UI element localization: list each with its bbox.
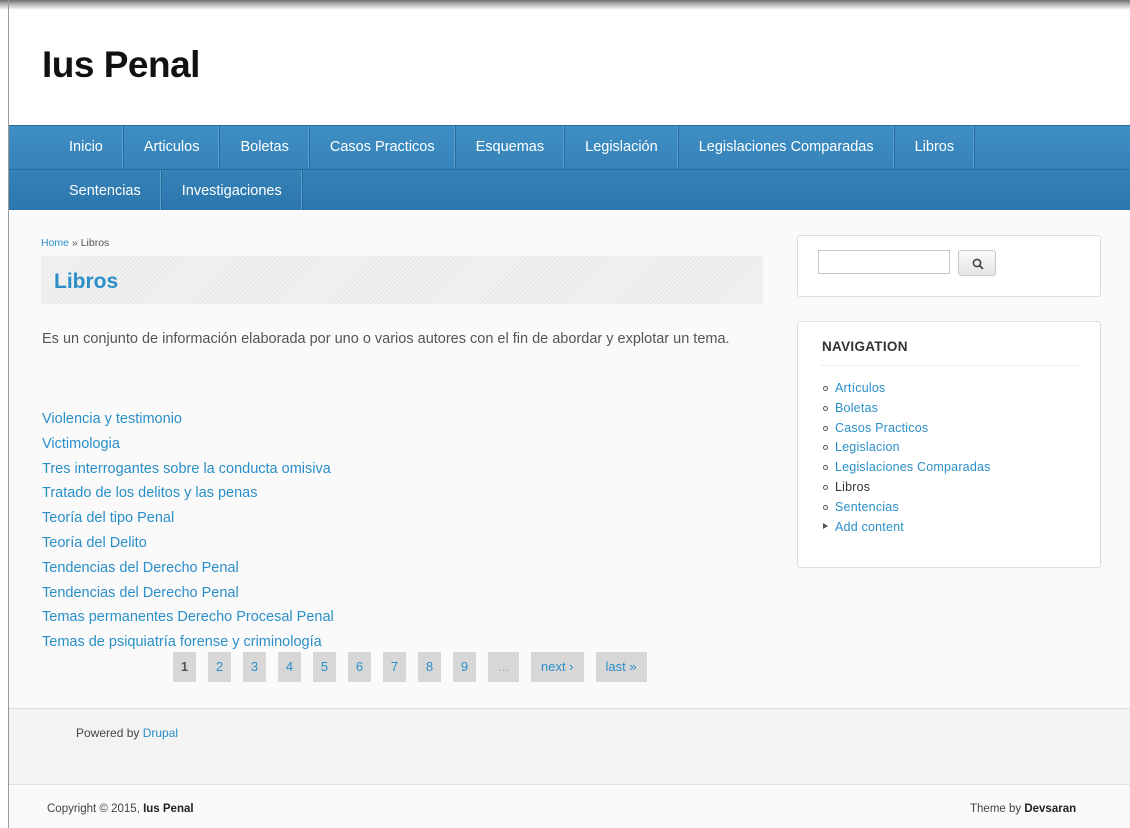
bullet-icon xyxy=(823,465,828,471)
book-link[interactable]: Victimologia xyxy=(42,436,120,452)
pager-page-3[interactable]: 3 xyxy=(243,652,266,682)
navigation-item-casos-practicos[interactable]: Casos Practicos xyxy=(822,421,991,441)
book-link[interactable]: Teoría del Delito xyxy=(42,535,147,551)
search-block xyxy=(797,235,1101,297)
list-item: Teoría del tipo Penal xyxy=(42,508,334,533)
navigation-item-label: Legislaciones Comparadas xyxy=(835,460,991,475)
pager-page-4[interactable]: 4 xyxy=(278,652,301,682)
book-link[interactable]: Tres interrogantes sobre la conducta omi… xyxy=(42,461,331,477)
pager: 1 2 3 4 5 6 7 8 9... next › last » xyxy=(173,652,659,682)
search-input[interactable] xyxy=(818,250,950,274)
copyright-site-name: Ius Penal xyxy=(143,803,194,815)
pager-page-6[interactable]: 6 xyxy=(348,652,371,682)
bullet-icon xyxy=(823,386,828,391)
list-item: Victimologia xyxy=(42,434,334,459)
nav-item-articulos[interactable]: Articulos xyxy=(124,126,221,168)
page-title-box: Libros xyxy=(41,256,763,304)
navigation-item-legislaciones-comparadas[interactable]: Legislaciones Comparadas xyxy=(822,460,991,480)
navigation-item-sentencias[interactable]: Sentencias xyxy=(822,500,991,520)
navigation-item-label: Libros xyxy=(835,479,871,494)
navigation-item-boletas[interactable]: Boletas xyxy=(822,401,991,421)
nav-item-esquemas[interactable]: Esquemas xyxy=(456,126,566,168)
book-link[interactable]: Tratado de los delitos y las penas xyxy=(42,485,257,501)
book-link[interactable]: Violencia y testimonio xyxy=(42,411,182,427)
book-link[interactable]: Temas de psiquiatría forense y criminolo… xyxy=(42,634,322,650)
copyright: Copyright © 2015, Ius Penal xyxy=(47,803,194,815)
pager-next-button[interactable]: next › xyxy=(531,652,584,682)
navigation-menu: Artículos Boletas Casos Practicos Legislaci… xyxy=(822,381,991,539)
list-item: Tendencias del Derecho Penal xyxy=(42,583,334,608)
bullet-icon xyxy=(823,425,828,431)
breadcrumb: Home » Libros xyxy=(41,237,109,249)
page-title: Libros xyxy=(54,270,119,293)
pager-page-7[interactable]: 7 xyxy=(383,652,406,682)
list-item: Tres interrogantes sobre la conducta omi… xyxy=(42,459,334,484)
book-link[interactable]: Tendencias del Derecho Penal xyxy=(42,560,239,576)
bullet-icon xyxy=(823,405,828,411)
nav-item-legislaciones-comparadas[interactable]: Legislaciones Comparadas xyxy=(679,126,895,168)
site-title[interactable]: Ius Penal xyxy=(42,44,200,86)
navigation-item-legislacion[interactable]: Legislacion xyxy=(822,440,991,460)
copyright-text: Copyright © 2015, xyxy=(47,803,144,815)
navigation-item-label: Sentencias xyxy=(835,499,899,514)
list-item: Temas permanentes Derecho Procesal Penal xyxy=(42,607,334,632)
book-link[interactable]: Teoría del tipo Penal xyxy=(42,510,174,526)
page-intro: Es un conjunto de información elaborada … xyxy=(42,331,730,347)
pager-page-5[interactable]: 5 xyxy=(313,652,336,682)
theme-credit-text: Theme by xyxy=(970,803,1025,815)
footer xyxy=(9,708,1130,784)
bullet-icon xyxy=(823,504,828,510)
navigation-item-label: Casos Practicos xyxy=(835,420,929,435)
navigation-item-label: Boletas xyxy=(835,400,879,415)
navigation-item-add-content[interactable]: Add content xyxy=(822,520,991,540)
bullet-icon xyxy=(823,484,828,490)
search-button[interactable] xyxy=(958,250,996,276)
pager-page-9[interactable]: 9 xyxy=(453,652,476,682)
main-navigation: Inicio Articulos Boletas Casos Practicos Esq… xyxy=(9,125,1130,212)
navigation-item-label: Legislacion xyxy=(835,440,900,455)
bullet-icon xyxy=(823,445,828,451)
pager-page-8[interactable]: 8 xyxy=(418,652,441,682)
main-nav-row-2: Sentencias Investigaciones xyxy=(49,170,303,212)
book-link[interactable]: Tendencias del Derecho Penal xyxy=(42,585,239,601)
triangle-right-icon xyxy=(823,522,828,529)
main-nav-row-1: Inicio Articulos Boletas Casos Practicos Esq… xyxy=(49,126,976,168)
nav-item-investigaciones[interactable]: Investigaciones xyxy=(162,170,303,212)
pager-page-2[interactable]: 2 xyxy=(208,652,231,682)
pager-last-button[interactable]: last » xyxy=(595,652,647,682)
nav-item-boletas[interactable]: Boletas xyxy=(220,126,310,168)
list-item: Teoría del Delito xyxy=(42,533,334,558)
pager-ellipsis: ... xyxy=(488,652,519,682)
nav-item-legislacion[interactable]: Legislación xyxy=(565,126,679,168)
navigation-item-label: Artículos xyxy=(835,381,886,395)
powered-by: Powered by Drupal xyxy=(76,726,178,740)
navigation-heading: NAVIGATION xyxy=(822,339,908,354)
breadcrumb-current: Libros xyxy=(80,237,110,249)
nav-item-libros[interactable]: Libros xyxy=(895,126,976,168)
drupal-link[interactable]: Drupal xyxy=(143,726,178,740)
nav-item-sentencias[interactable]: Sentencias xyxy=(49,170,162,212)
pager-page-1[interactable]: 1 xyxy=(173,652,196,682)
list-item: Tendencias del Derecho Penal xyxy=(42,558,334,583)
powered-by-text: Powered by xyxy=(76,726,143,740)
nav-item-casos-practicos[interactable]: Casos Practicos xyxy=(310,126,456,168)
nav-item-inicio[interactable]: Inicio xyxy=(49,126,124,168)
navigation-divider xyxy=(820,365,1080,366)
list-item: Violencia y testimonio xyxy=(42,409,334,434)
theme-author: Devsaran xyxy=(1024,803,1077,815)
list-item: Tratado de los delitos y las penas xyxy=(42,483,334,508)
breadcrumb-home-link[interactable]: Home xyxy=(41,237,69,249)
book-link[interactable]: Temas permanentes Derecho Procesal Penal xyxy=(42,609,334,625)
theme-credit: Theme by Devsaran xyxy=(970,803,1076,815)
breadcrumb-separator: » xyxy=(69,237,81,249)
navigation-item-libros[interactable]: Libros xyxy=(822,480,991,500)
search-icon xyxy=(972,258,984,270)
book-list: Violencia y testimonio Victimologia Tres i… xyxy=(42,409,334,657)
navigation-item-label: Add content xyxy=(835,519,904,534)
navigation-item-articulos[interactable]: Artículos xyxy=(822,381,991,401)
navigation-block: NAVIGATION Artículos Boletas Casos Practic… xyxy=(797,321,1101,568)
